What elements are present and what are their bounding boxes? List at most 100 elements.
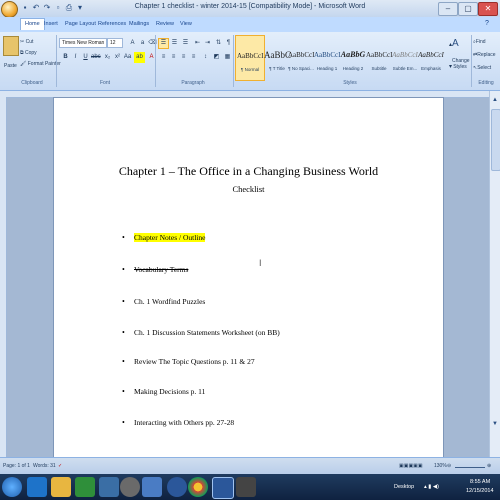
list-item[interactable]: Ch. 1 Discussion Statements Worksheet (o… xyxy=(134,328,280,337)
tab-mailings[interactable]: Mailings xyxy=(126,20,152,28)
bullet-icon: • xyxy=(122,418,125,427)
style-emphasis-label: Emphasis xyxy=(421,66,441,71)
zoom-slider[interactable] xyxy=(455,467,485,468)
tab-insert[interactable]: Insert xyxy=(41,20,61,28)
quick-access-more-icon[interactable]: ▾ xyxy=(75,3,85,13)
save-icon[interactable]: ▪ xyxy=(20,3,30,13)
highlight-icon[interactable]: ab xyxy=(134,52,145,63)
proofing-icon[interactable]: ✓ xyxy=(58,463,62,469)
document-title: Chapter 1 – The Office in a Changing Bus… xyxy=(118,164,379,178)
camera-icon[interactable] xyxy=(236,477,256,497)
redo-icon[interactable]: ↷ xyxy=(42,3,52,13)
desktop-toolbar[interactable]: Desktop xyxy=(394,484,414,490)
internet-explorer-icon[interactable] xyxy=(27,477,47,497)
new-document-icon[interactable]: ▫ xyxy=(53,3,63,13)
media-player-icon[interactable] xyxy=(120,477,140,497)
style-subtle-emphasis-label: Subtle Em... xyxy=(392,66,418,71)
document-page[interactable]: Chapter 1 – The Office in a Changing Bus… xyxy=(53,97,444,459)
vertical-scrollbar[interactable]: ▲ ▼ xyxy=(489,91,500,457)
clear-formatting-icon[interactable]: ⌫ xyxy=(147,38,158,49)
copy-button[interactable]: ⧉ Copy xyxy=(20,50,37,56)
change-styles-icon[interactable]: A xyxy=(452,38,459,49)
borders-icon[interactable]: ▦ xyxy=(222,52,233,63)
style-no-spacing[interactable]: AaBbCcI ¶ No Spaci... xyxy=(287,35,315,79)
outlook-icon[interactable] xyxy=(167,477,187,497)
list-item[interactable]: Chapter Notes / Outline xyxy=(134,233,206,242)
cut-button[interactable]: ✂ Cut xyxy=(20,39,33,45)
excel-icon[interactable] xyxy=(75,477,95,497)
maximize-button[interactable]: ▢ xyxy=(458,2,478,16)
group-separator xyxy=(233,35,234,87)
zoom-out-icon[interactable]: ⊖ xyxy=(447,463,451,469)
clock-time[interactable]: 8:55 AM xyxy=(470,479,490,485)
tab-page-layout[interactable]: Page Layout xyxy=(62,20,99,28)
word-icon[interactable] xyxy=(212,477,234,499)
bullets-icon[interactable]: ☰ xyxy=(158,38,169,49)
undo-icon[interactable]: ↶ xyxy=(31,3,41,13)
list-item[interactable]: Review The Topic Questions p. 11 & 27 xyxy=(134,357,255,366)
increase-indent-icon[interactable]: ⇥ xyxy=(202,38,213,49)
zoom-level[interactable]: 130% xyxy=(434,463,447,469)
print-icon[interactable]: ⎙ xyxy=(64,3,74,13)
start-button[interactable] xyxy=(2,477,22,497)
change-styles-button[interactable]: Change Styles xyxy=(452,58,470,70)
app-icon[interactable] xyxy=(99,477,119,497)
word-count[interactable]: Words: 31 xyxy=(33,463,56,469)
style-heading-2[interactable]: AaBbG Heading 2 xyxy=(339,35,367,79)
vertical-ruler[interactable] xyxy=(0,97,7,457)
file-explorer-icon[interactable] xyxy=(51,477,71,497)
clock-date[interactable]: 12/15/2014 xyxy=(466,488,494,494)
chrome-icon[interactable] xyxy=(188,477,208,497)
style-subtitle[interactable]: AaBbCcI Subtitle xyxy=(365,35,393,79)
help-icon[interactable]: ? xyxy=(482,19,492,28)
program-icon[interactable] xyxy=(142,477,162,497)
tab-references[interactable]: References xyxy=(95,20,129,28)
style-normal[interactable]: AaBbCcI ¶ Normal xyxy=(235,35,265,81)
brush-icon: 🖌 xyxy=(20,61,28,67)
scroll-up-icon[interactable]: ▲ xyxy=(492,97,498,103)
tab-view[interactable]: View xyxy=(177,20,195,28)
replace-button[interactable]: ⇄Replace xyxy=(473,52,496,58)
line-spacing-icon[interactable]: ↕ xyxy=(200,52,211,63)
bullet-icon: • xyxy=(122,265,125,274)
scrollbar-thumb[interactable] xyxy=(491,109,500,171)
font-size-select[interactable]: 12 xyxy=(107,38,123,48)
find-button[interactable]: ⌕Find xyxy=(473,39,486,45)
tab-review[interactable]: Review xyxy=(153,20,177,28)
office-button[interactable] xyxy=(1,1,18,18)
list-item[interactable]: Ch. 1 Wordfind Puzzles xyxy=(134,297,205,306)
list-item[interactable]: Making Decisions p. 11 xyxy=(134,387,205,396)
strikethrough-icon[interactable]: abc xyxy=(90,52,101,63)
document-subtitle: Checklist xyxy=(232,184,265,194)
group-label-clipboard: Clipboard xyxy=(21,80,43,86)
minimize-button[interactable]: – xyxy=(438,2,458,16)
ribbon-tabs: Home Insert Page Layout References Maili… xyxy=(0,17,500,32)
zoom-in-icon[interactable]: ⊕ xyxy=(487,463,491,469)
close-button[interactable]: ✕ xyxy=(478,2,498,16)
style-no-spacing-label: ¶ No Spaci... xyxy=(288,66,314,71)
list-item[interactable]: Vocabulary Terms xyxy=(134,265,188,274)
style-subtle-emphasis-sample: AaBbCcI xyxy=(392,51,418,59)
numbering-icon[interactable]: ☰ xyxy=(169,38,180,49)
multilevel-list-icon[interactable]: ☰ xyxy=(180,38,191,49)
scroll-down-icon[interactable]: ▼ xyxy=(492,421,498,427)
shading-icon[interactable]: ◩ xyxy=(211,52,222,63)
page-count[interactable]: Page: 1 of 1 xyxy=(3,463,30,469)
select-button[interactable]: ↖Select xyxy=(473,65,491,71)
list-item[interactable]: Interacting with Others pp. 27-28 xyxy=(134,418,234,427)
style-heading-2-sample: AaBbG xyxy=(340,50,366,59)
style-no-spacing-sample: AaBbCcI xyxy=(288,51,315,59)
font-name-select[interactable]: Times New Roman xyxy=(59,38,107,48)
style-emphasis[interactable]: AaBbCcI Emphasis xyxy=(417,35,445,79)
style-subtle-emphasis[interactable]: AaBbCcI Subtle Em... xyxy=(391,35,419,79)
title-bar: ▪ ↶ ↷ ▫ ⎙ ▾ Chapter 1 checklist - winter… xyxy=(0,0,500,18)
paste-icon[interactable] xyxy=(3,36,19,56)
view-buttons-icon[interactable]: ▣▣▣▣▣ xyxy=(399,463,423,469)
paste-button[interactable]: Paste xyxy=(4,63,17,69)
justify-icon[interactable]: ≡ xyxy=(188,52,199,63)
taskbar: Desktop ▴ ▮ ◀) 8:55 AM 12/15/2014 xyxy=(0,474,500,500)
style-heading-1[interactable]: AaBbCcI Heading 1 xyxy=(313,35,341,79)
change-case-icon[interactable]: Aa xyxy=(122,52,133,63)
format-painter-button[interactable]: 🖌 Format Painter xyxy=(20,61,61,67)
tray-icons[interactable]: ▴ ▮ ◀) xyxy=(424,484,439,490)
